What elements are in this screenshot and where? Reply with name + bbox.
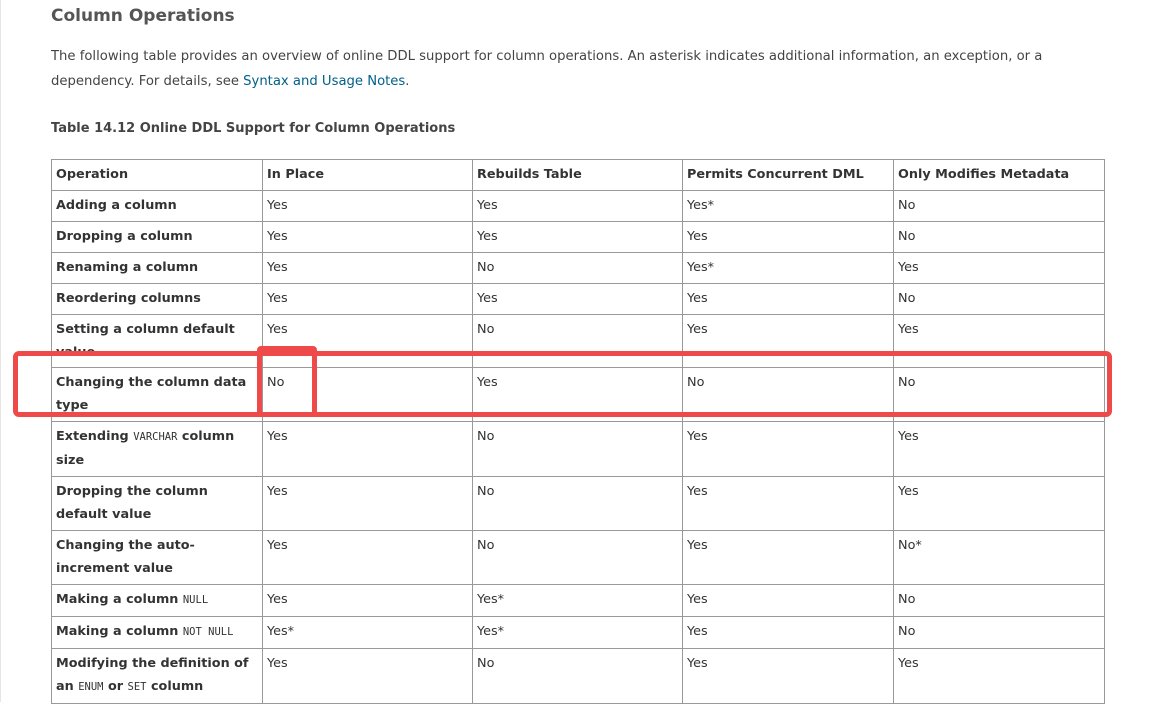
cell-only-modifies-metadata: No [893, 221, 1105, 253]
operation-code: NULL [182, 594, 209, 606]
cell-in-place: Yes [262, 421, 473, 477]
table-row: Making a column NOT NULL Yes* Yes* Yes N… [51, 616, 1105, 649]
table-row: Modifying the definition of an ENUM or S… [51, 648, 1105, 704]
cell-only-modifies-metadata: No* [893, 530, 1105, 585]
cell-rebuilds-table: No [472, 648, 683, 704]
cell-only-modifies-metadata: No [893, 283, 1105, 315]
operation-text: or [103, 679, 128, 694]
cell-operation: Dropping a column [51, 221, 263, 253]
cell-only-modifies-metadata: Yes [893, 476, 1105, 531]
operation-text: Making a column [56, 592, 183, 607]
header-operation: Operation [51, 159, 263, 191]
cell-operation: Making a column NULL [51, 584, 263, 617]
cell-operation: Reordering columns [51, 283, 263, 315]
cell-permits-concurrent-dml: Yes [682, 314, 894, 368]
section-title: Column Operations [51, 6, 235, 26]
cell-rebuilds-table: Yes* [472, 616, 683, 649]
table-row: Renaming a column Yes No Yes* Yes [51, 252, 1105, 284]
cell-permits-concurrent-dml: Yes [682, 221, 894, 253]
cell-operation: Extending VARCHAR column size [51, 421, 263, 477]
cell-only-modifies-metadata: Yes [893, 252, 1105, 284]
cell-permits-concurrent-dml: Yes [682, 421, 894, 477]
intro-paragraph: The following table provides an overview… [51, 44, 1081, 94]
cell-in-place: Yes [262, 530, 473, 585]
cell-permits-concurrent-dml: Yes* [682, 252, 894, 284]
cell-in-place: Yes [262, 252, 473, 284]
table-row-highlighted: Changing the column data type No Yes No … [51, 367, 1105, 422]
cell-in-place: Yes [262, 283, 473, 315]
cell-in-place: Yes [262, 648, 473, 704]
cell-rebuilds-table: No [472, 476, 683, 531]
header-in-place: In Place [262, 159, 473, 191]
cell-in-place: Yes [262, 221, 473, 253]
header-only-modifies-metadata: Only Modifies Metadata [893, 159, 1105, 191]
cell-only-modifies-metadata: No [893, 367, 1105, 422]
cell-permits-concurrent-dml: Yes [682, 283, 894, 315]
header-permits-concurrent-dml: Permits Concurrent DML [682, 159, 894, 191]
cell-rebuilds-table: No [472, 421, 683, 477]
cell-in-place: Yes [262, 476, 473, 531]
cell-only-modifies-metadata: No [893, 616, 1105, 649]
cell-rebuilds-table: No [472, 530, 683, 585]
cell-permits-concurrent-dml: Yes [682, 584, 894, 617]
operation-code: VARCHAR [133, 431, 178, 443]
intro-text-end: . [405, 74, 410, 89]
cell-rebuilds-table: Yes [472, 190, 683, 222]
table-row: Adding a column Yes Yes Yes* No [51, 190, 1105, 222]
intro-text: The following table provides an overview… [51, 49, 1043, 89]
cell-permits-concurrent-dml: Yes [682, 530, 894, 585]
cell-operation: Making a column NOT NULL [51, 616, 263, 649]
operation-text: Extending [56, 429, 134, 444]
cell-operation: Adding a column [51, 190, 263, 222]
operation-text: Making a column [56, 624, 183, 639]
cell-rebuilds-table: No [472, 314, 683, 368]
table-header-row: Operation In Place Rebuilds Table Permit… [51, 159, 1105, 191]
operation-code: ENUM [78, 681, 104, 693]
cell-permits-concurrent-dml: Yes* [682, 190, 894, 222]
cell-in-place: No [262, 367, 473, 422]
cell-rebuilds-table: Yes [472, 367, 683, 422]
syntax-usage-notes-link[interactable]: Syntax and Usage Notes [243, 74, 405, 89]
header-rebuilds-table: Rebuilds Table [472, 159, 683, 191]
cell-rebuilds-table: Yes* [472, 584, 683, 617]
cell-operation: Dropping the column default value [51, 476, 263, 531]
cell-rebuilds-table: No [472, 252, 683, 284]
cell-operation: Setting a column default value [51, 314, 263, 368]
cell-rebuilds-table: Yes [472, 221, 683, 253]
cell-permits-concurrent-dml: Yes [682, 648, 894, 704]
page-left-border [0, 0, 1, 702]
cell-in-place: Yes* [262, 616, 473, 649]
table-row: Extending VARCHAR column size Yes No Yes… [51, 421, 1105, 477]
table-row: Changing the auto-increment value Yes No… [51, 530, 1105, 585]
cell-in-place: Yes [262, 314, 473, 368]
cell-only-modifies-metadata: No [893, 190, 1105, 222]
cell-rebuilds-table: Yes [472, 283, 683, 315]
table-caption: Table 14.12 Online DDL Support for Colum… [51, 121, 456, 136]
operation-code: SET [127, 681, 147, 693]
cell-permits-concurrent-dml: Yes [682, 476, 894, 531]
cell-operation: Changing the auto-increment value [51, 530, 263, 585]
online-ddl-column-operations-table: Operation In Place Rebuilds Table Permit… [51, 159, 1105, 704]
cell-only-modifies-metadata: Yes [893, 421, 1105, 477]
table-row: Setting a column default value Yes No Ye… [51, 314, 1105, 368]
cell-in-place: Yes [262, 190, 473, 222]
table-row: Reordering columns Yes Yes Yes No [51, 283, 1105, 315]
cell-permits-concurrent-dml: No [682, 367, 894, 422]
table-row: Making a column NULL Yes Yes* Yes No [51, 584, 1105, 617]
cell-only-modifies-metadata: No [893, 584, 1105, 617]
operation-code: NOT NULL [182, 626, 234, 638]
cell-permits-concurrent-dml: Yes [682, 616, 894, 649]
cell-operation: Renaming a column [51, 252, 263, 284]
operation-text: column [146, 679, 204, 694]
cell-in-place: Yes [262, 584, 473, 617]
table-row: Dropping a column Yes Yes Yes No [51, 221, 1105, 253]
cell-only-modifies-metadata: Yes [893, 648, 1105, 704]
table-row: Dropping the column default value Yes No… [51, 476, 1105, 531]
cell-operation: Modifying the definition of an ENUM or S… [51, 648, 263, 704]
cell-only-modifies-metadata: Yes [893, 314, 1105, 368]
cell-operation: Changing the column data type [51, 367, 263, 422]
